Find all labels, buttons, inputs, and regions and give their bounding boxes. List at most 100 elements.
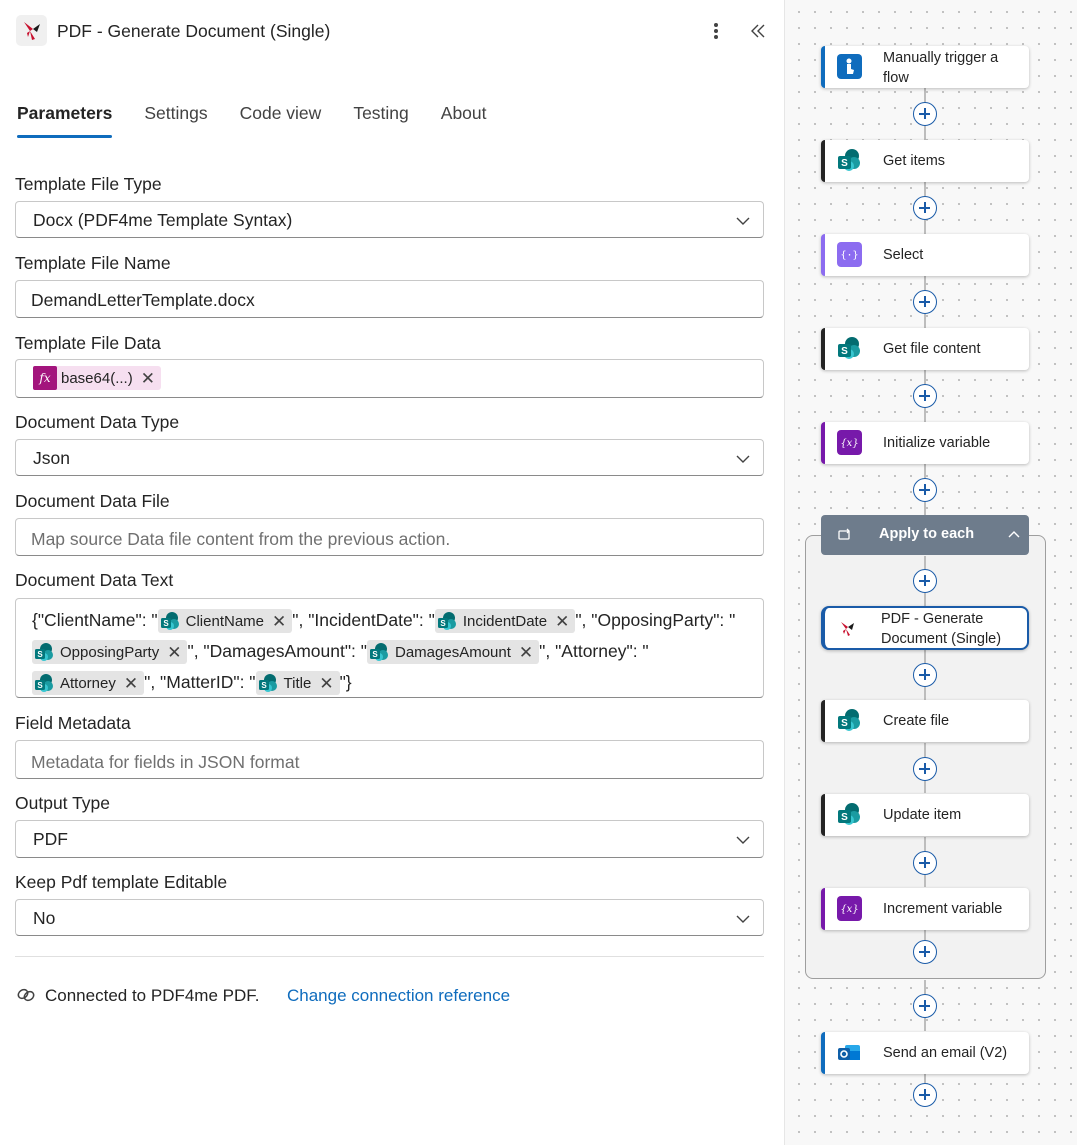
svg-text:S: S	[841, 718, 848, 729]
keep-editable-dropdown[interactable]: No	[15, 899, 764, 936]
step-create-file[interactable]: S Create file	[821, 700, 1029, 742]
json-text: ", "IncidentDate": "	[292, 610, 435, 630]
dynamic-token-title[interactable]: S Title ✕	[255, 671, 340, 696]
step-apply-to-each[interactable]: Apply to each	[821, 515, 1029, 555]
dynamic-token-clientname[interactable]: S ClientName ✕	[157, 609, 293, 634]
document-data-file-label: Document Data File	[15, 491, 170, 511]
add-step-icon[interactable]	[913, 102, 937, 126]
add-step-icon[interactable]	[913, 994, 937, 1018]
svg-text:S: S	[37, 681, 43, 690]
document-data-text-input[interactable]: {"ClientName": " S ClientName ✕ ", "Incident…	[15, 598, 764, 698]
step-label-line: PDF - Generate	[881, 611, 984, 627]
field-metadata-label: Field Metadata	[15, 713, 131, 733]
expression-token-label: base64(...)	[61, 369, 133, 387]
template-file-type-dropdown[interactable]: Docx (PDF4me Template Syntax)	[15, 201, 764, 238]
step-manual-trigger[interactable]: Manually trigger a flow	[821, 46, 1029, 88]
template-file-type-label: Template File Type	[15, 174, 162, 194]
step-select[interactable]: {·} Select	[821, 234, 1029, 276]
dynamic-token-opposingparty[interactable]: S OpposingParty ✕	[32, 640, 188, 665]
sharepoint-icon: S	[435, 609, 459, 633]
field-metadata-placeholder: Metadata for fields in JSON format	[31, 752, 300, 772]
add-step-icon[interactable]	[913, 196, 937, 220]
step-label: Manually trigger a flow	[883, 48, 998, 88]
remove-token-icon[interactable]: ✕	[555, 613, 569, 630]
expression-token[interactable]: fx base64(...) ✕	[33, 366, 161, 390]
output-type-value: PDF	[33, 829, 68, 849]
remove-token-icon[interactable]: ✕	[272, 613, 286, 630]
add-step-icon[interactable]	[913, 663, 937, 687]
json-text: ", "DamagesAmount": "	[187, 641, 367, 661]
svg-text:{x}: {x}	[840, 904, 858, 915]
chevron-down-icon	[736, 836, 750, 844]
step-label: Increment variable	[883, 901, 1003, 917]
chevron-down-icon	[736, 217, 750, 225]
panel-tabs: Parameters Settings Code view Testing Ab…	[17, 103, 519, 139]
remove-token-icon[interactable]: ✕	[167, 644, 181, 661]
step-label: Get file content	[883, 341, 981, 357]
step-get-items[interactable]: S Get items	[821, 140, 1029, 182]
step-get-file-content[interactable]: S Get file content	[821, 328, 1029, 370]
more-options-icon[interactable]	[704, 17, 728, 45]
tab-settings[interactable]: Settings	[144, 103, 207, 137]
svg-text:{·}: {·}	[840, 250, 858, 261]
document-data-type-dropdown[interactable]: Json	[15, 439, 764, 476]
dynamic-token-attorney[interactable]: S Attorney ✕	[32, 671, 145, 696]
step-label: Select	[883, 247, 924, 263]
tab-code-view[interactable]: Code view	[240, 103, 322, 137]
add-step-icon[interactable]	[913, 384, 937, 408]
collapse-panel-icon[interactable]	[746, 17, 770, 45]
sharepoint-icon: S	[32, 671, 56, 695]
variable-icon: {x}	[837, 430, 862, 455]
json-text: ", "MatterID": "	[144, 672, 256, 692]
tab-testing[interactable]: Testing	[353, 103, 408, 137]
pdf4me-icon	[835, 616, 860, 641]
template-file-name-input[interactable]: DemandLetterTemplate.docx	[15, 280, 764, 318]
output-type-dropdown[interactable]: PDF	[15, 820, 764, 858]
remove-token-icon[interactable]: ✕	[124, 675, 138, 692]
token-label: DamagesAmount	[395, 643, 511, 661]
remove-token-icon[interactable]: ✕	[519, 644, 533, 661]
trigger-icon	[837, 54, 862, 79]
outlook-icon	[837, 1040, 862, 1065]
svg-text:S: S	[440, 619, 446, 628]
json-text: ", "Attorney": "	[539, 641, 649, 661]
svg-text:S: S	[841, 346, 848, 357]
field-metadata-input[interactable]: Metadata for fields in JSON format	[15, 740, 764, 779]
add-step-icon[interactable]	[913, 940, 937, 964]
step-pdf-generate-document[interactable]: PDF - Generate Document (Single)	[821, 606, 1029, 650]
add-step-icon[interactable]	[913, 569, 937, 593]
step-send-email[interactable]: Send an email (V2)	[821, 1032, 1029, 1074]
chevron-down-icon	[736, 915, 750, 923]
document-data-file-input[interactable]: Map source Data file content from the pr…	[15, 518, 764, 556]
step-label: PDF - Generate Document (Single)	[881, 609, 1001, 649]
json-text: ", "OpposingParty": "	[575, 610, 736, 630]
remove-token-icon[interactable]: ✕	[319, 675, 333, 692]
step-label: Update item	[883, 807, 962, 823]
tab-about[interactable]: About	[441, 103, 487, 137]
flow-canvas[interactable]: Manually trigger a flow S Get items {·} S…	[784, 0, 1077, 1145]
step-increment-variable[interactable]: {x} Increment variable	[821, 888, 1029, 930]
divider	[15, 956, 764, 957]
add-step-icon[interactable]	[913, 290, 937, 314]
dynamic-token-incidentdate[interactable]: S IncidentDate ✕	[434, 609, 576, 634]
chevron-up-icon[interactable]	[1007, 528, 1021, 542]
step-initialize-variable[interactable]: {x} Initialize variable	[821, 422, 1029, 464]
template-file-data-input[interactable]: fx base64(...) ✕	[15, 359, 764, 398]
step-update-item[interactable]: S Update item	[821, 794, 1029, 836]
token-label: OpposingParty	[60, 643, 160, 661]
change-connection-link[interactable]: Change connection reference	[287, 986, 510, 1006]
function-icon: fx	[33, 366, 57, 390]
document-data-type-label: Document Data Type	[15, 412, 180, 432]
remove-token-icon[interactable]: ✕	[141, 370, 155, 387]
add-step-icon[interactable]	[913, 851, 937, 875]
tab-parameters[interactable]: Parameters	[17, 103, 113, 138]
add-step-icon[interactable]	[913, 1083, 937, 1107]
add-step-icon[interactable]	[913, 478, 937, 502]
step-label: Create file	[883, 713, 950, 729]
panel-title: PDF - Generate Document (Single)	[57, 21, 331, 41]
document-data-type-value: Json	[33, 448, 70, 468]
sharepoint-icon: S	[158, 609, 182, 633]
step-label-line: Document (Single)	[881, 631, 1002, 647]
add-step-icon[interactable]	[913, 757, 937, 781]
dynamic-token-damagesamount[interactable]: S DamagesAmount ✕	[367, 640, 540, 665]
